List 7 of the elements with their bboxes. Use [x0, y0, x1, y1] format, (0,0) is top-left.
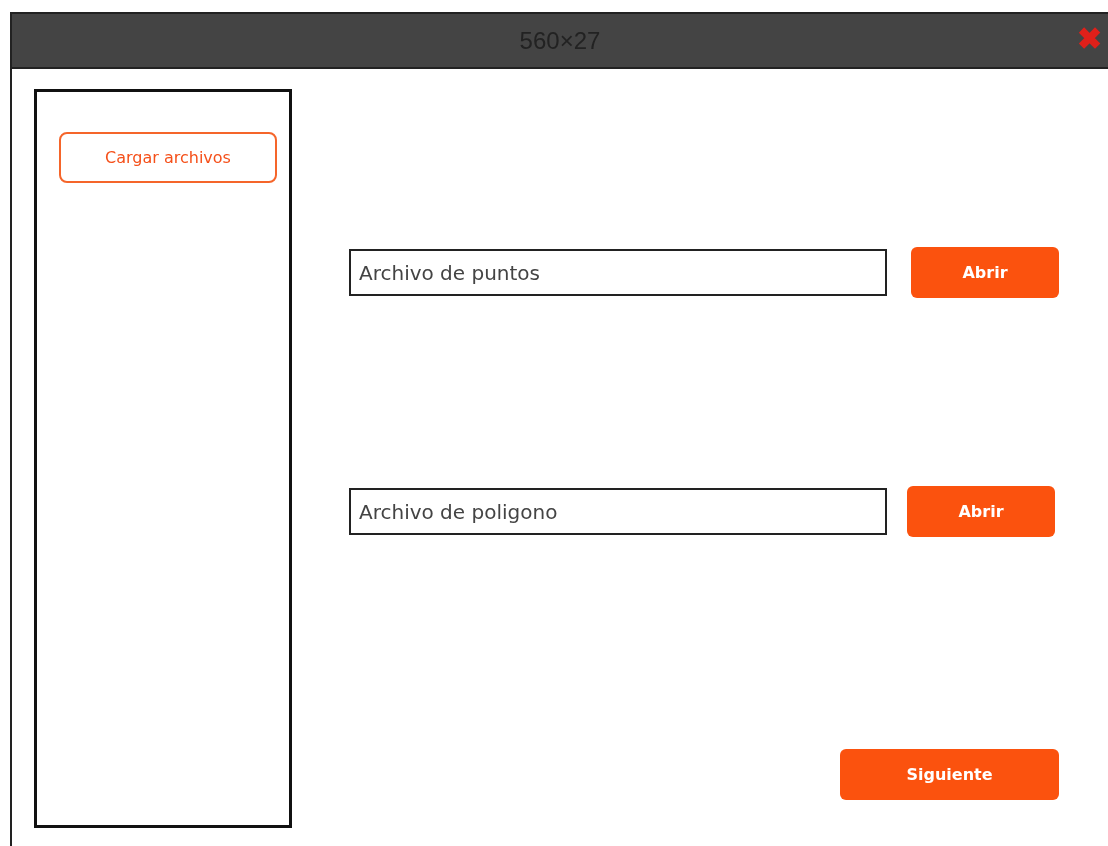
- open-button[interactable]: Abrir: [911, 247, 1059, 298]
- open-button[interactable]: Abrir: [907, 486, 1055, 537]
- load-files-button[interactable]: Cargar archivos: [59, 132, 277, 183]
- next-button[interactable]: Siguiente: [840, 749, 1059, 800]
- file-path-field[interactable]: Archivo de poligono: [349, 488, 887, 535]
- file-path-field[interactable]: Archivo de puntos: [349, 249, 887, 296]
- close-button[interactable]: ✖: [1073, 24, 1106, 54]
